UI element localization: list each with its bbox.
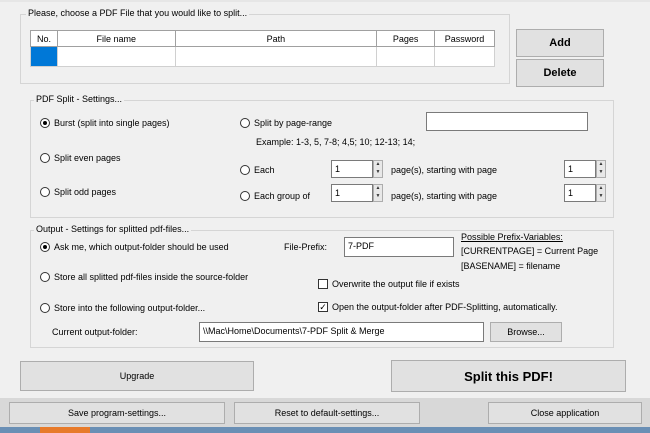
table-cell[interactable] — [434, 46, 495, 67]
save-settings-button[interactable]: Save program-settings... — [9, 402, 225, 424]
page-range-label[interactable]: Split by page-range — [254, 118, 332, 129]
col-password[interactable]: Password — [434, 30, 495, 47]
browse-button[interactable]: Browse... — [490, 322, 562, 342]
odd-pages-label[interactable]: Split odd pages — [54, 187, 116, 198]
open-folder-checkbox[interactable]: ✓ — [318, 302, 328, 312]
spin-up-icon[interactable]: ▲ — [374, 161, 382, 169]
each-group-label[interactable]: Each group of — [254, 191, 310, 202]
top-edge — [0, 0, 650, 2]
group-pages-spinner[interactable]: ▲ ▼ — [373, 184, 383, 202]
table-cell-selected[interactable] — [30, 46, 58, 67]
col-no[interactable]: No. — [30, 30, 58, 47]
split-pdf-button[interactable]: Split this PDF! — [391, 360, 626, 392]
group-pages-input[interactable]: 1 — [331, 184, 373, 202]
upgrade-button[interactable]: Upgrade — [20, 361, 254, 391]
store-folder-radio[interactable] — [40, 303, 50, 313]
table-cell[interactable] — [376, 46, 436, 67]
col-pages[interactable]: Pages — [376, 30, 436, 47]
even-pages-radio[interactable] — [40, 153, 50, 163]
store-folder-label[interactable]: Store into the following output-folder..… — [54, 303, 205, 314]
output-settings-title: Output - Settings for splitted pdf-files… — [34, 224, 192, 234]
spin-up-icon[interactable]: ▲ — [597, 185, 605, 193]
each-start-spinner[interactable]: ▲ ▼ — [596, 160, 606, 178]
current-folder-input[interactable]: \\Mac\Home\Documents\7-PDF Split & Merge — [199, 322, 484, 342]
store-source-radio[interactable] — [40, 272, 50, 282]
spin-up-icon[interactable]: ▲ — [597, 161, 605, 169]
add-button[interactable]: Add — [516, 29, 604, 57]
each-group-radio[interactable] — [240, 191, 250, 201]
table-row[interactable] — [30, 46, 495, 67]
spin-down-icon[interactable]: ▼ — [374, 169, 382, 177]
col-path[interactable]: Path — [174, 30, 378, 47]
table-cell[interactable] — [56, 46, 176, 67]
overwrite-label[interactable]: Overwrite the output file if exists — [332, 279, 460, 290]
each-radio[interactable] — [240, 165, 250, 175]
reset-settings-button[interactable]: Reset to default-settings... — [234, 402, 420, 424]
spin-up-icon[interactable]: ▲ — [374, 185, 382, 193]
close-application-button[interactable]: Close application — [488, 402, 642, 424]
prefix-var-basename: [BASENAME] = filename — [461, 261, 561, 271]
open-folder-label[interactable]: Open the output-folder after PDF-Splitti… — [332, 302, 557, 313]
store-source-label[interactable]: Store all splitted pdf-files inside the … — [54, 272, 248, 283]
each-start-input[interactable]: 1 — [564, 160, 596, 178]
file-group-title: Please, choose a PDF File that you would… — [26, 8, 250, 18]
burst-radio[interactable] — [40, 118, 50, 128]
col-filename[interactable]: File name — [56, 30, 176, 47]
delete-button[interactable]: Delete — [516, 59, 604, 87]
each-pages-input[interactable]: 1 — [331, 160, 373, 178]
burst-label[interactable]: Burst (split into single pages) — [54, 118, 170, 129]
group-start-spinner[interactable]: ▲ ▼ — [596, 184, 606, 202]
prefix-var-currentpage: [CURRENTPAGE] = Current Page — [461, 246, 599, 256]
file-prefix-label: File-Prefix: — [284, 242, 328, 252]
page-range-input[interactable] — [426, 112, 588, 131]
taskbar-app-icon — [40, 427, 90, 433]
ask-folder-label[interactable]: Ask me, which output-folder should be us… — [54, 242, 229, 253]
taskbar — [0, 427, 650, 433]
odd-pages-radio[interactable] — [40, 187, 50, 197]
page-range-radio[interactable] — [240, 118, 250, 128]
each-pages-spinner[interactable]: ▲ ▼ — [373, 160, 383, 178]
current-folder-label: Current output-folder: — [52, 327, 138, 337]
table-cell[interactable] — [174, 46, 378, 67]
prefix-vars-title: Possible Prefix-Variables: — [461, 232, 563, 242]
each-suffix: page(s), starting with page — [391, 165, 498, 175]
file-prefix-input[interactable]: 7-PDF — [344, 237, 454, 257]
each-label[interactable]: Each — [254, 165, 275, 176]
split-settings-title: PDF Split - Settings... — [34, 94, 125, 104]
group-suffix: page(s), starting with page — [391, 191, 498, 201]
file-table[interactable]: No. File name Path Pages Password — [30, 30, 495, 67]
ask-folder-radio[interactable] — [40, 242, 50, 252]
group-start-input[interactable]: 1 — [564, 184, 596, 202]
spin-down-icon[interactable]: ▼ — [374, 193, 382, 201]
page-range-example: Example: 1-3, 5, 7-8; 4,5; 10; 12-13; 14… — [256, 137, 416, 147]
spin-down-icon[interactable]: ▼ — [597, 169, 605, 177]
even-pages-label[interactable]: Split even pages — [54, 153, 121, 164]
spin-down-icon[interactable]: ▼ — [597, 193, 605, 201]
overwrite-checkbox[interactable] — [318, 279, 328, 289]
